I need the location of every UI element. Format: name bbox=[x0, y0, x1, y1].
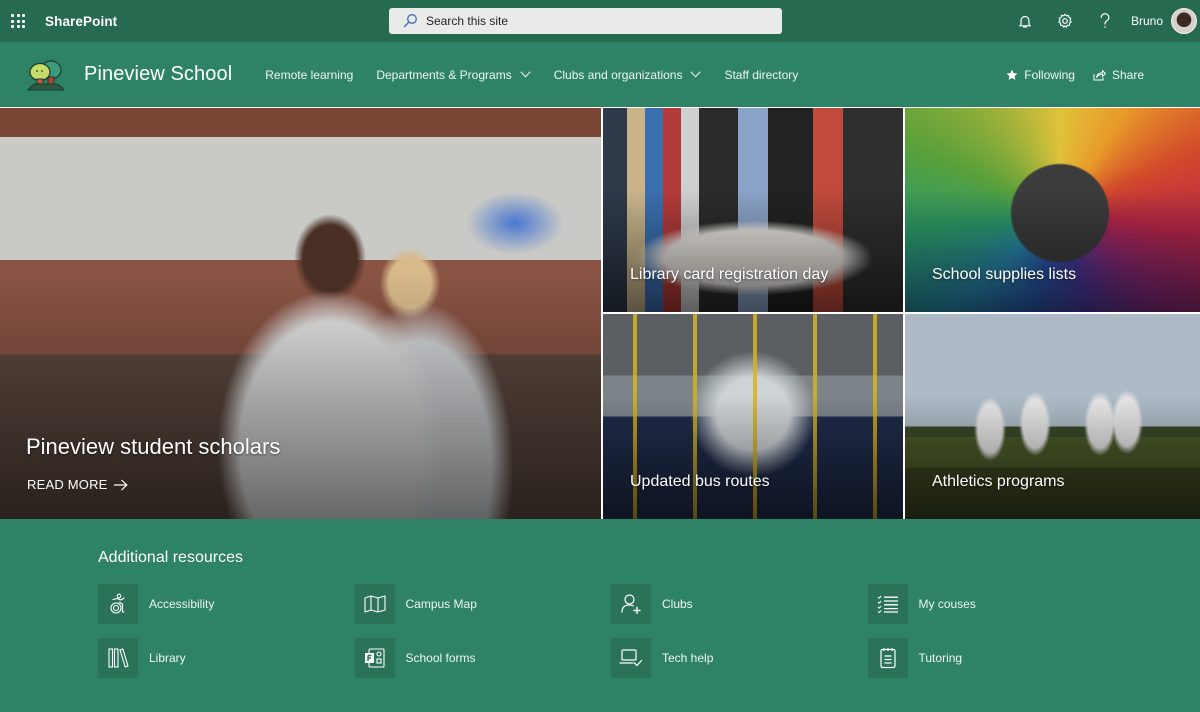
star-icon bbox=[1006, 69, 1018, 80]
nav-item-remote-learning[interactable]: Remote learning bbox=[265, 68, 353, 82]
add-person-icon bbox=[621, 594, 641, 615]
quick-link-label: School forms bbox=[405, 651, 476, 665]
quick-link-label: Tutoring bbox=[918, 651, 963, 665]
app-launcher-button[interactable] bbox=[0, 0, 36, 42]
avatar[interactable] bbox=[1171, 8, 1197, 34]
notifications-button[interactable] bbox=[1005, 0, 1045, 42]
app-launcher-icon bbox=[11, 14, 25, 28]
help-icon bbox=[1100, 13, 1110, 28]
nav-item-staff-directory[interactable]: Staff directory bbox=[724, 68, 798, 82]
nav-item-label: Staff directory bbox=[724, 67, 799, 82]
share-icon bbox=[1093, 69, 1106, 80]
quick-link-library[interactable]: Library bbox=[98, 638, 355, 678]
additional-resources-section: Additional resources Accessibility Campu… bbox=[0, 519, 1200, 712]
hero-tile-title: Updated bus routes bbox=[630, 473, 770, 490]
hero-tile-athletics[interactable]: Athletics programs bbox=[905, 314, 1200, 519]
hero-web-part: Pineview student scholars READ MORE Libr… bbox=[0, 107, 1200, 519]
nav-item-label: Departments & Programs bbox=[376, 67, 512, 82]
quick-link-label: Clubs bbox=[662, 597, 693, 611]
user-name[interactable]: Bruno bbox=[1131, 14, 1163, 28]
chevron-down-icon bbox=[690, 71, 702, 78]
site-title[interactable]: Pineview School bbox=[84, 63, 232, 86]
quick-link-tech-help[interactable]: Tech help bbox=[611, 638, 868, 678]
site-header: Pineview School Remote learning Departme… bbox=[0, 42, 1200, 107]
nav-item-clubs-organizations[interactable]: Clubs and organizations bbox=[554, 68, 702, 82]
header-actions: Following Share bbox=[1006, 42, 1200, 107]
search-box[interactable]: Search this site bbox=[389, 8, 782, 34]
hero-tile-title: Athletics programs bbox=[932, 473, 1065, 490]
quick-link-label: My couses bbox=[918, 597, 976, 611]
map-icon bbox=[363, 595, 386, 613]
hero-tile-title: Library card registration day bbox=[630, 266, 829, 283]
settings-button[interactable] bbox=[1045, 0, 1085, 42]
read-more-link[interactable]: READ MORE bbox=[27, 477, 128, 492]
suite-right-controls: Bruno bbox=[1005, 0, 1200, 42]
bell-icon bbox=[1019, 15, 1031, 28]
following-label: Following bbox=[1024, 67, 1075, 82]
school-logo-icon[interactable] bbox=[26, 58, 66, 92]
site-navigation: Remote learning Departments & Programs C… bbox=[265, 68, 821, 82]
accessibility-icon bbox=[110, 593, 125, 614]
quick-link-label: Tech help bbox=[662, 651, 714, 665]
quick-link-label: Library bbox=[149, 651, 186, 665]
arrow-right-icon bbox=[113, 479, 128, 490]
quick-link-label: Accessibility bbox=[149, 597, 215, 611]
search-input[interactable]: Search this site bbox=[426, 14, 508, 28]
chevron-down-icon bbox=[520, 71, 531, 78]
hero-tile-library[interactable]: Library card registration day bbox=[603, 108, 903, 312]
quick-links-grid: Accessibility Campus Map Clubs My couses… bbox=[98, 584, 1124, 692]
quick-link-campus-map[interactable]: Campus Map bbox=[354, 584, 612, 624]
library-books-icon bbox=[108, 648, 129, 668]
nav-item-departments-programs[interactable]: Departments & Programs bbox=[376, 67, 531, 82]
read-more-label: READ MORE bbox=[27, 477, 108, 492]
quick-link-my-courses[interactable]: My couses bbox=[867, 584, 1125, 624]
checklist-icon bbox=[877, 595, 898, 613]
hero-tile-title: School supplies lists bbox=[932, 266, 1077, 283]
hero-tile-supplies[interactable]: School supplies lists bbox=[905, 108, 1200, 312]
quick-link-tutoring[interactable]: Tutoring bbox=[867, 638, 1125, 678]
notepad-icon bbox=[879, 648, 896, 669]
quick-link-accessibility[interactable]: Accessibility bbox=[98, 584, 355, 624]
share-button[interactable]: Share bbox=[1093, 68, 1144, 82]
section-title: Additional resources bbox=[98, 549, 243, 566]
help-button[interactable] bbox=[1085, 0, 1125, 42]
quick-link-clubs[interactable]: Clubs bbox=[611, 584, 868, 624]
hero-tile-bus[interactable]: Updated bus routes bbox=[603, 314, 903, 519]
search-icon bbox=[403, 14, 417, 28]
quick-link-school-forms[interactable]: School forms bbox=[354, 638, 612, 678]
forms-icon bbox=[364, 648, 385, 668]
nav-item-label: Remote learning bbox=[265, 67, 354, 82]
app-name[interactable]: SharePoint bbox=[45, 14, 117, 29]
hero-main-title: Pineview student scholars bbox=[26, 434, 281, 459]
suite-bar: SharePoint Search this site Bruno bbox=[0, 0, 1200, 42]
laptop-check-icon bbox=[619, 649, 643, 667]
nav-item-label: Clubs and organizations bbox=[553, 67, 683, 82]
hero-tile-main[interactable]: Pineview student scholars READ MORE bbox=[0, 108, 601, 519]
gear-icon bbox=[1058, 13, 1072, 28]
quick-link-label: Campus Map bbox=[405, 597, 477, 611]
share-label: Share bbox=[1111, 67, 1144, 82]
following-button[interactable]: Following bbox=[1006, 68, 1075, 82]
